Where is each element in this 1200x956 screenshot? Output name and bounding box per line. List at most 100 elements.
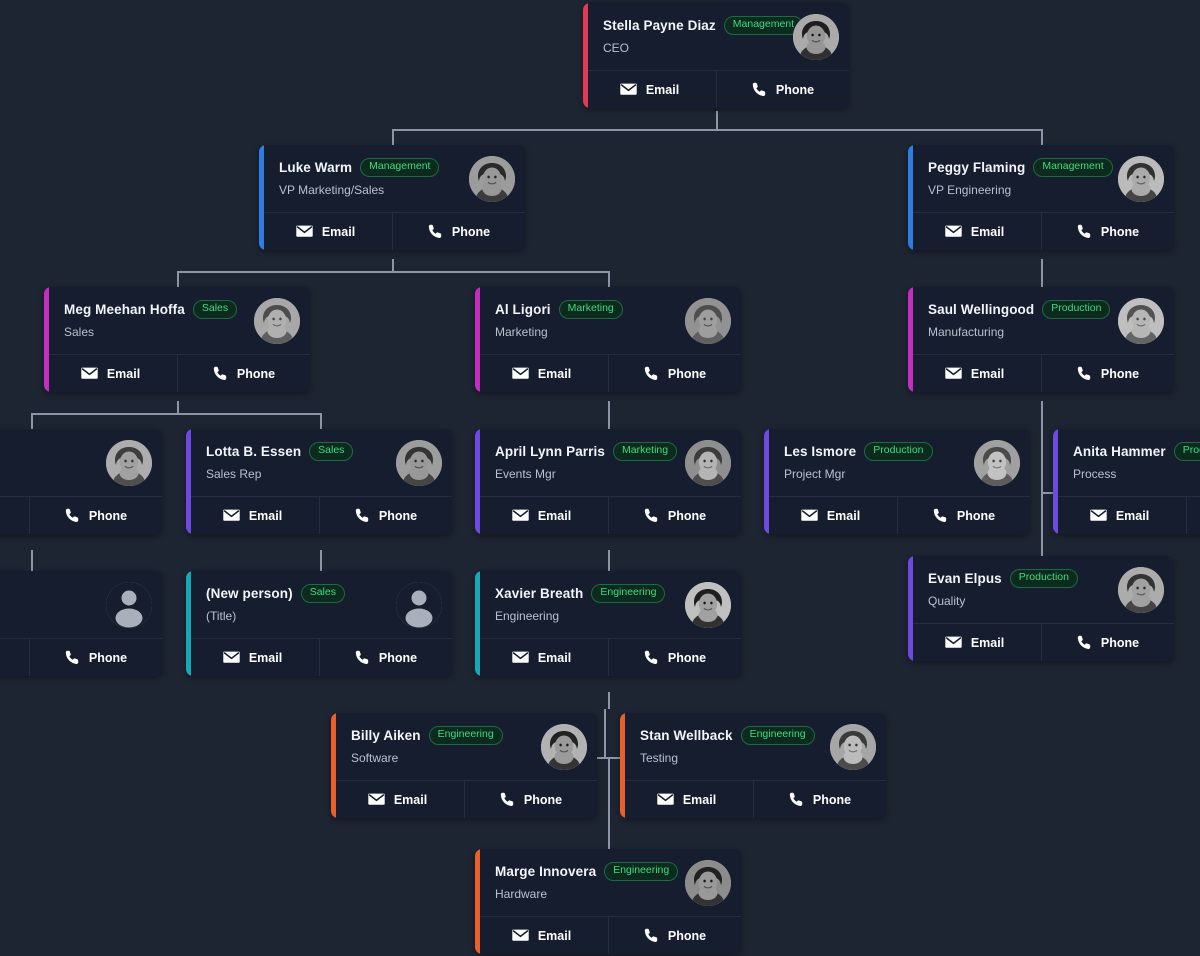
phone-button[interactable]: Phone: [177, 355, 310, 392]
department-badge: Engineering: [604, 862, 679, 881]
card-accent-bar: [44, 287, 49, 392]
avatar: [254, 298, 300, 344]
person-name: April Lynn Parris: [495, 443, 605, 459]
org-card[interactable]: Lotta B. Essen Sales Sales Rep Email Phone: [186, 429, 452, 534]
person-placeholder-icon: [396, 582, 442, 628]
phone-icon: [644, 366, 659, 382]
org-card[interactable]: Stan Wellback Engineering Testing Email Phon…: [620, 713, 886, 818]
phone-label: Phone: [956, 508, 996, 523]
card-actions: Email Phone: [908, 623, 1174, 661]
card-name-row: Luke Warm Management: [279, 158, 463, 177]
phone-icon: [428, 224, 443, 240]
org-card[interactable]: Stella Payne Diaz Management CEO Email Phone: [583, 3, 849, 108]
org-card[interactable]: (New person) Sales (Title) Email Phone: [186, 571, 452, 676]
card-accent-bar: [331, 713, 336, 818]
org-card[interactable]: Xavier Breath Engineering Engineering Email…: [475, 571, 741, 676]
envelope-icon: [223, 651, 240, 664]
email-label: Email: [970, 366, 1005, 381]
org-card[interactable]: Meg Meehan Hoffa Sales Sales Email Phone: [44, 287, 310, 392]
phone-button[interactable]: Phone: [1041, 213, 1174, 250]
org-card[interactable]: Saul Wellingood Production Manufacturing Em…: [908, 287, 1174, 392]
phone-icon: [752, 82, 767, 98]
phone-icon: [65, 650, 80, 666]
org-card[interactable]: Les Ismore Production Project Mgr Email Phon…: [764, 429, 1030, 534]
org-card[interactable]: Anita Hammer Production Process Email Phone: [1053, 429, 1200, 534]
card-actions: Email Phone: [475, 496, 741, 534]
org-card[interactable]: Sales Email Phone: [0, 429, 162, 534]
phone-button[interactable]: Phone: [608, 917, 741, 954]
email-label: Email: [537, 366, 572, 381]
card-text: Xavier Breath Engineering Engineering: [495, 582, 679, 623]
email-button[interactable]: Email: [583, 71, 716, 108]
email-label: Email: [321, 224, 356, 239]
email-button[interactable]: Email: [908, 624, 1041, 661]
phone-button[interactable]: Phone: [753, 781, 886, 818]
org-card[interactable]: Al Ligori Marketing Marketing Email Phone: [475, 287, 741, 392]
card-accent-bar: [908, 287, 913, 392]
phone-label: Phone: [775, 82, 815, 97]
email-button[interactable]: Email: [764, 497, 897, 534]
email-button[interactable]: Email: [186, 497, 319, 534]
connector-segment: [608, 271, 610, 287]
email-button[interactable]: Email: [44, 355, 177, 392]
email-button[interactable]: Email: [908, 213, 1041, 250]
email-button[interactable]: Email: [475, 497, 608, 534]
phone-button[interactable]: Phone: [29, 639, 162, 676]
envelope-icon: [512, 651, 529, 664]
email-button[interactable]: Email: [259, 213, 392, 250]
envelope-icon: [620, 83, 637, 96]
org-card[interactable]: Marge Innovera Engineering Hardware Email Ph…: [475, 849, 741, 954]
phone-button[interactable]: Phone: [319, 639, 452, 676]
email-button[interactable]: Email: [908, 355, 1041, 392]
connector-segment: [1041, 401, 1043, 429]
phone-icon: [65, 508, 80, 524]
email-button[interactable]: Email: [331, 781, 464, 818]
envelope-icon: [512, 509, 529, 522]
department-badge: Production: [864, 442, 933, 461]
email-button[interactable]: Email: [0, 639, 29, 676]
phone-button[interactable]: Phone: [897, 497, 1030, 534]
phone-label: Phone: [523, 792, 563, 807]
org-card[interactable]: Sales Email Phone: [0, 571, 162, 676]
org-card[interactable]: Evan Elpus Production Quality Email Phone: [908, 556, 1174, 661]
email-button[interactable]: Email: [620, 781, 753, 818]
org-card[interactable]: Peggy Flaming Management VP Engineering Ema…: [908, 145, 1174, 250]
phone-label: Phone: [378, 508, 418, 523]
phone-button[interactable]: Phone: [608, 639, 741, 676]
org-card[interactable]: Billy Aiken Engineering Software Email Phone: [331, 713, 597, 818]
avatar: [793, 14, 839, 60]
person-title: Project Mgr: [784, 466, 846, 481]
phone-button[interactable]: Phone: [1041, 355, 1174, 392]
card-name-row: Peggy Flaming Management: [928, 158, 1113, 177]
card-body: Peggy Flaming Management VP Engineering: [908, 145, 1174, 212]
phone-button[interactable]: Phone: [464, 781, 597, 818]
email-button[interactable]: Email: [475, 639, 608, 676]
phone-button[interactable]: Phone: [608, 497, 741, 534]
org-card[interactable]: Luke Warm Management VP Marketing/Sales Ema…: [259, 145, 525, 250]
email-button[interactable]: Email: [475, 355, 608, 392]
phone-icon: [355, 650, 370, 666]
email-button[interactable]: Email: [1053, 497, 1186, 534]
card-body: Sales: [0, 429, 162, 496]
card-body: Anita Hammer Production Process: [1053, 429, 1200, 496]
connector-segment: [31, 550, 33, 571]
envelope-icon: [945, 636, 962, 649]
phone-button[interactable]: Phone: [1186, 497, 1200, 534]
phone-button[interactable]: Phone: [29, 497, 162, 534]
email-button[interactable]: Email: [186, 639, 319, 676]
email-button[interactable]: Email: [475, 917, 608, 954]
phone-button[interactable]: Phone: [392, 213, 525, 250]
org-card[interactable]: April Lynn Parris Marketing Events Mgr Emai…: [475, 429, 741, 534]
phone-button[interactable]: Phone: [716, 71, 849, 108]
phone-button[interactable]: Phone: [1041, 624, 1174, 661]
card-body: Stan Wellback Engineering Testing: [620, 713, 886, 780]
person-name: Lotta B. Essen: [206, 443, 302, 459]
card-actions: Email Phone: [186, 638, 452, 676]
phone-button[interactable]: Phone: [608, 355, 741, 392]
department-badge: Engineering: [740, 726, 815, 745]
phone-button[interactable]: Phone: [319, 497, 452, 534]
phone-icon: [213, 366, 228, 382]
card-text: Luke Warm Management VP Marketing/Sales: [279, 156, 463, 197]
email-button[interactable]: Email: [0, 497, 29, 534]
card-actions: Email Phone: [475, 916, 741, 954]
